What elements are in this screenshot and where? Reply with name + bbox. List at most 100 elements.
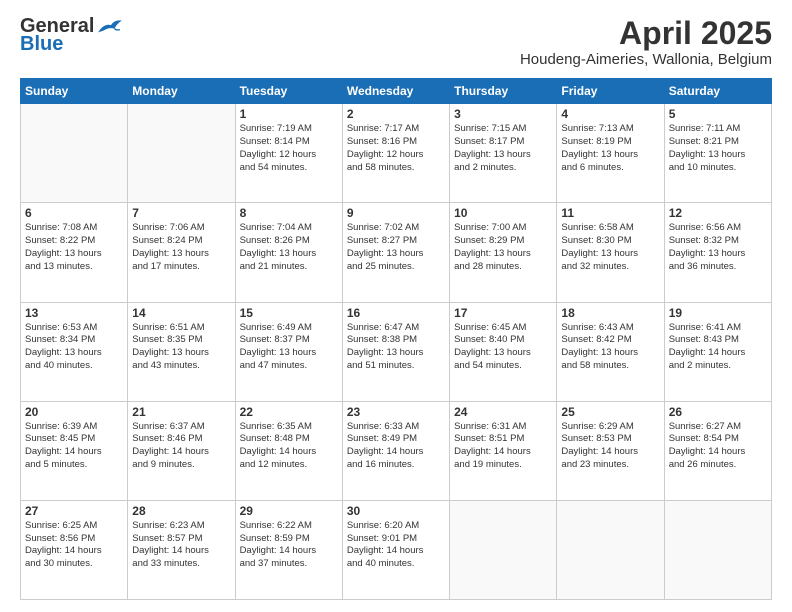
- day-number: 30: [347, 504, 445, 518]
- day-info: Sunrise: 6:49 AM Sunset: 8:37 PM Dayligh…: [240, 322, 338, 373]
- calendar-cell: 11 Sunrise: 6:58 AM Sunset: 8:30 PM Dayli…: [557, 203, 664, 302]
- weekday-header-wednesday: Wednesday: [342, 79, 449, 104]
- calendar-cell: 9 Sunrise: 7:02 AM Sunset: 8:27 PM Daylig…: [342, 203, 449, 302]
- logo-icon: [96, 16, 124, 36]
- calendar-cell: 15 Sunrise: 6:49 AM Sunset: 8:37 PM Dayli…: [235, 302, 342, 401]
- calendar-cell: 23 Sunrise: 6:33 AM Sunset: 8:49 PM Dayli…: [342, 401, 449, 500]
- day-number: 24: [454, 405, 552, 419]
- day-info: Sunrise: 7:11 AM Sunset: 8:21 PM Dayligh…: [669, 123, 767, 174]
- calendar-cell: [21, 104, 128, 203]
- day-info: Sunrise: 6:37 AM Sunset: 8:46 PM Dayligh…: [132, 421, 230, 472]
- day-number: 17: [454, 306, 552, 320]
- day-number: 28: [132, 504, 230, 518]
- day-number: 29: [240, 504, 338, 518]
- calendar-cell: 29 Sunrise: 6:22 AM Sunset: 8:59 PM Dayli…: [235, 500, 342, 599]
- day-info: Sunrise: 6:29 AM Sunset: 8:53 PM Dayligh…: [561, 421, 659, 472]
- calendar-cell: 7 Sunrise: 7:06 AM Sunset: 8:24 PM Daylig…: [128, 203, 235, 302]
- day-info: Sunrise: 6:22 AM Sunset: 8:59 PM Dayligh…: [240, 520, 338, 571]
- day-info: Sunrise: 7:19 AM Sunset: 8:14 PM Dayligh…: [240, 123, 338, 174]
- calendar-cell: 2 Sunrise: 7:17 AM Sunset: 8:16 PM Daylig…: [342, 104, 449, 203]
- day-number: 19: [669, 306, 767, 320]
- logo: General Blue: [20, 16, 124, 54]
- day-number: 13: [25, 306, 123, 320]
- day-info: Sunrise: 7:02 AM Sunset: 8:27 PM Dayligh…: [347, 222, 445, 273]
- day-number: 25: [561, 405, 659, 419]
- day-info: Sunrise: 6:33 AM Sunset: 8:49 PM Dayligh…: [347, 421, 445, 472]
- weekday-header-saturday: Saturday: [664, 79, 771, 104]
- weekday-header-tuesday: Tuesday: [235, 79, 342, 104]
- day-info: Sunrise: 6:43 AM Sunset: 8:42 PM Dayligh…: [561, 322, 659, 373]
- day-number: 18: [561, 306, 659, 320]
- day-info: Sunrise: 7:06 AM Sunset: 8:24 PM Dayligh…: [132, 222, 230, 273]
- header: General Blue April 2025 Houdeng-Aimeries…: [20, 16, 772, 68]
- day-number: 27: [25, 504, 123, 518]
- day-number: 23: [347, 405, 445, 419]
- day-number: 8: [240, 206, 338, 220]
- day-number: 21: [132, 405, 230, 419]
- day-info: Sunrise: 6:58 AM Sunset: 8:30 PM Dayligh…: [561, 222, 659, 273]
- day-number: 3: [454, 107, 552, 121]
- main-title: April 2025: [520, 16, 772, 51]
- day-number: 20: [25, 405, 123, 419]
- day-number: 10: [454, 206, 552, 220]
- calendar-cell: 1 Sunrise: 7:19 AM Sunset: 8:14 PM Daylig…: [235, 104, 342, 203]
- calendar-cell: 25 Sunrise: 6:29 AM Sunset: 8:53 PM Dayli…: [557, 401, 664, 500]
- subtitle: Houdeng-Aimeries, Wallonia, Belgium: [520, 51, 772, 68]
- calendar-cell: 4Sunrise: 7:13 AM Sunset: 8:19 PM Daylig…: [557, 104, 664, 203]
- day-number: 2: [347, 107, 445, 121]
- day-info: Sunrise: 6:20 AM Sunset: 9:01 PM Dayligh…: [347, 520, 445, 571]
- calendar-week-1: 1 Sunrise: 7:19 AM Sunset: 8:14 PM Daylig…: [21, 104, 772, 203]
- day-number: 6: [25, 206, 123, 220]
- day-number: 11: [561, 206, 659, 220]
- calendar-cell: 21 Sunrise: 6:37 AM Sunset: 8:46 PM Dayli…: [128, 401, 235, 500]
- day-info: Sunrise: 6:56 AM Sunset: 8:32 PM Dayligh…: [669, 222, 767, 273]
- day-info: Sunrise: 7:08 AM Sunset: 8:22 PM Dayligh…: [25, 222, 123, 273]
- day-info: Sunrise: 6:53 AM Sunset: 8:34 PM Dayligh…: [25, 322, 123, 373]
- day-number: 1: [240, 107, 338, 121]
- day-info: Sunrise: 7:17 AM Sunset: 8:16 PM Dayligh…: [347, 123, 445, 174]
- day-number: 26: [669, 405, 767, 419]
- day-number: 12: [669, 206, 767, 220]
- day-info: Sunrise: 6:47 AM Sunset: 8:38 PM Dayligh…: [347, 322, 445, 373]
- day-number: 7: [132, 206, 230, 220]
- calendar-week-5: 27Sunrise: 6:25 AM Sunset: 8:56 PM Dayli…: [21, 500, 772, 599]
- day-number: 9: [347, 206, 445, 220]
- calendar-cell: 14 Sunrise: 6:51 AM Sunset: 8:35 PM Dayli…: [128, 302, 235, 401]
- day-info: Sunrise: 6:23 AM Sunset: 8:57 PM Dayligh…: [132, 520, 230, 571]
- calendar-cell: 10 Sunrise: 7:00 AM Sunset: 8:29 PM Dayli…: [450, 203, 557, 302]
- day-info: Sunrise: 6:27 AM Sunset: 8:54 PM Dayligh…: [669, 421, 767, 472]
- day-number: 15: [240, 306, 338, 320]
- weekday-header-friday: Friday: [557, 79, 664, 104]
- calendar-body: 1 Sunrise: 7:19 AM Sunset: 8:14 PM Daylig…: [21, 104, 772, 600]
- day-info: Sunrise: 6:41 AM Sunset: 8:43 PM Dayligh…: [669, 322, 767, 373]
- calendar-week-3: 13 Sunrise: 6:53 AM Sunset: 8:34 PM Dayli…: [21, 302, 772, 401]
- calendar-cell: 18 Sunrise: 6:43 AM Sunset: 8:42 PM Dayli…: [557, 302, 664, 401]
- page: General Blue April 2025 Houdeng-Aimeries…: [0, 0, 792, 612]
- day-number: 5: [669, 107, 767, 121]
- logo-blue: Blue: [20, 34, 63, 54]
- calendar-week-4: 20 Sunrise: 6:39 AM Sunset: 8:45 PM Dayli…: [21, 401, 772, 500]
- calendar-cell: 17Sunrise: 6:45 AM Sunset: 8:40 PM Dayli…: [450, 302, 557, 401]
- calendar-cell: 24 Sunrise: 6:31 AM Sunset: 8:51 PM Dayli…: [450, 401, 557, 500]
- day-info: Sunrise: 6:39 AM Sunset: 8:45 PM Dayligh…: [25, 421, 123, 472]
- calendar-cell: 28 Sunrise: 6:23 AM Sunset: 8:57 PM Dayli…: [128, 500, 235, 599]
- title-block: April 2025 Houdeng-Aimeries, Wallonia, B…: [520, 16, 772, 68]
- calendar-cell: [450, 500, 557, 599]
- day-number: 22: [240, 405, 338, 419]
- calendar-table: SundayMondayTuesdayWednesdayThursdayFrid…: [20, 78, 772, 600]
- calendar-cell: 12 Sunrise: 6:56 AM Sunset: 8:32 PM Dayli…: [664, 203, 771, 302]
- day-info: Sunrise: 7:13 AM Sunset: 8:19 PM Dayligh…: [561, 123, 659, 174]
- calendar-cell: 26 Sunrise: 6:27 AM Sunset: 8:54 PM Dayli…: [664, 401, 771, 500]
- day-info: Sunrise: 6:51 AM Sunset: 8:35 PM Dayligh…: [132, 322, 230, 373]
- day-info: Sunrise: 7:15 AM Sunset: 8:17 PM Dayligh…: [454, 123, 552, 174]
- calendar-cell: 8Sunrise: 7:04 AM Sunset: 8:26 PM Daylig…: [235, 203, 342, 302]
- calendar-cell: 30 Sunrise: 6:20 AM Sunset: 9:01 PM Dayli…: [342, 500, 449, 599]
- day-number: 14: [132, 306, 230, 320]
- calendar-cell: 3 Sunrise: 7:15 AM Sunset: 8:17 PM Daylig…: [450, 104, 557, 203]
- calendar-cell: [664, 500, 771, 599]
- weekday-header-monday: Monday: [128, 79, 235, 104]
- day-info: Sunrise: 7:00 AM Sunset: 8:29 PM Dayligh…: [454, 222, 552, 273]
- calendar-cell: 20 Sunrise: 6:39 AM Sunset: 8:45 PM Dayli…: [21, 401, 128, 500]
- calendar-cell: 27Sunrise: 6:25 AM Sunset: 8:56 PM Dayli…: [21, 500, 128, 599]
- day-info: Sunrise: 6:31 AM Sunset: 8:51 PM Dayligh…: [454, 421, 552, 472]
